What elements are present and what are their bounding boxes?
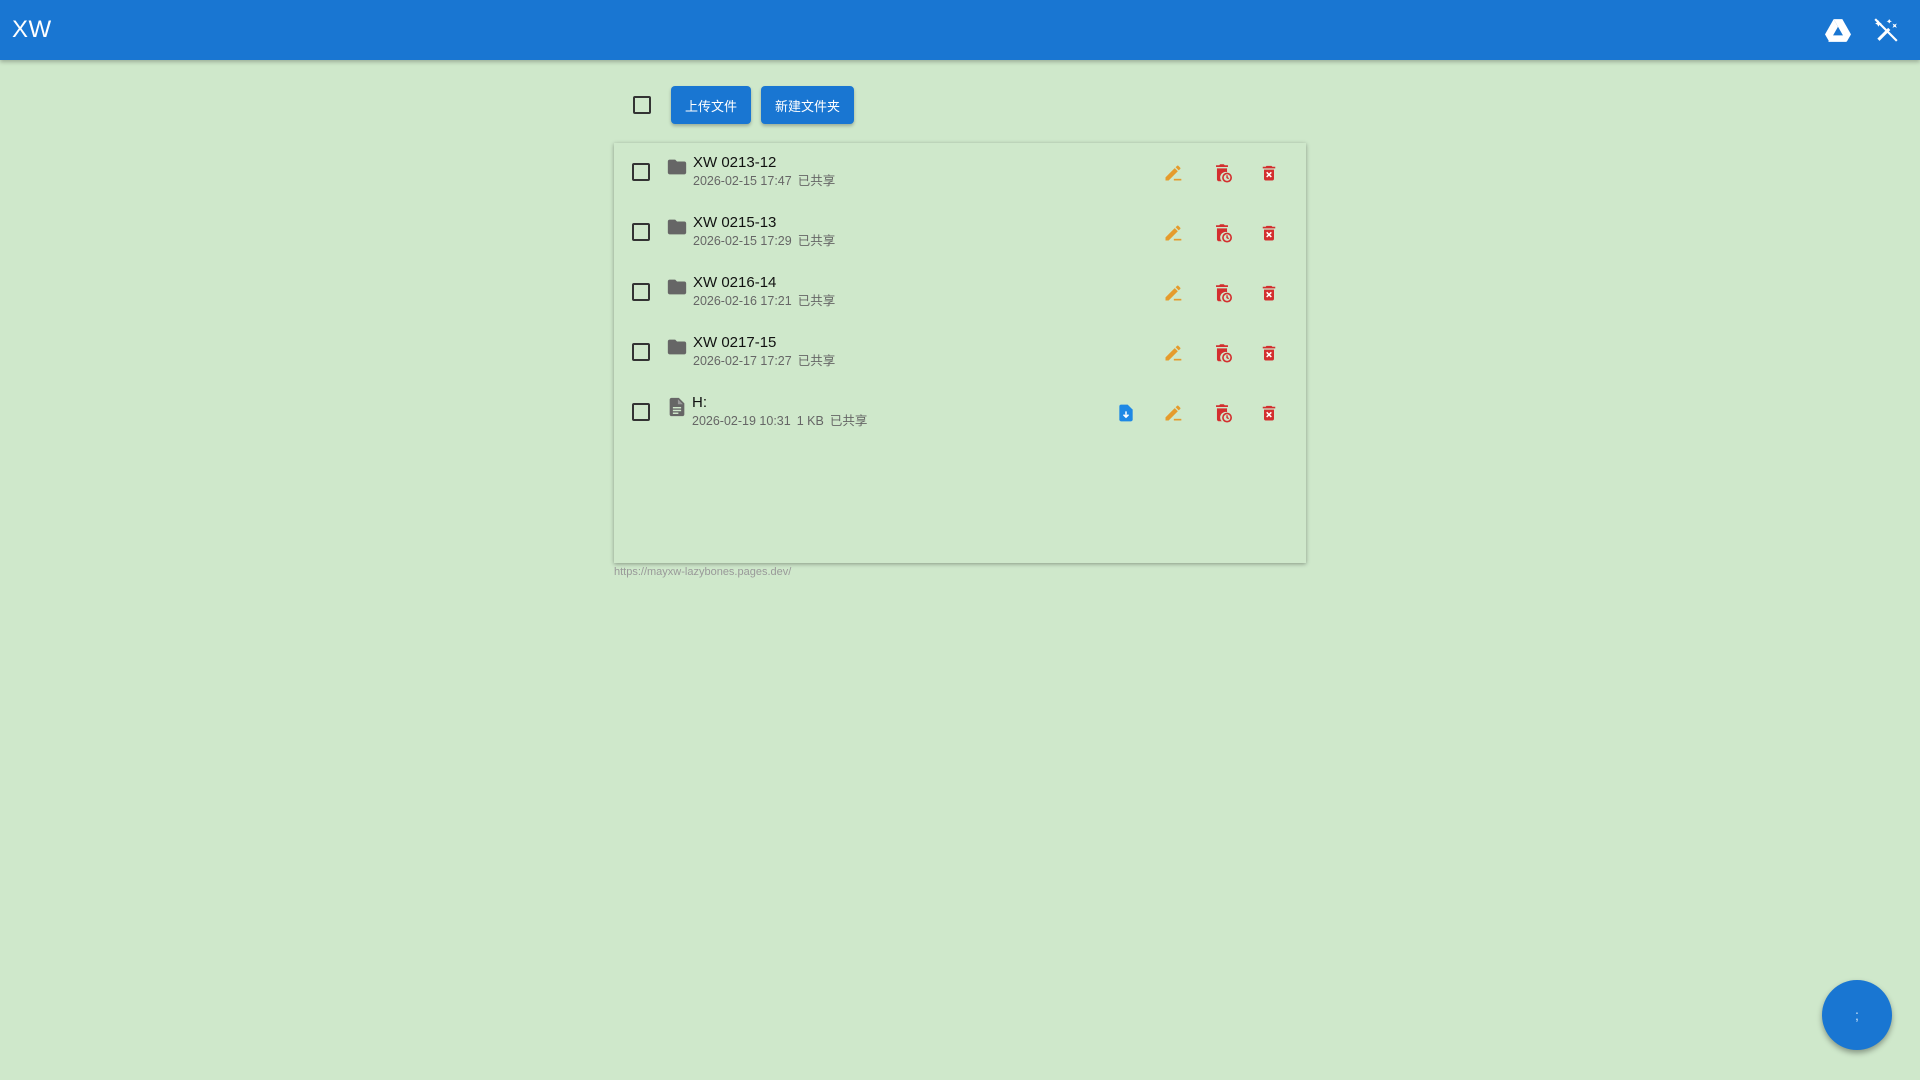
delete-forever-icon[interactable]	[1257, 221, 1281, 245]
delete-clock-icon[interactable]	[1210, 161, 1234, 185]
item-date: 2026-02-19 10:31	[692, 414, 791, 428]
folder-icon	[666, 276, 688, 298]
row-checkbox[interactable]	[632, 163, 650, 181]
item-name[interactable]: XW 0213-12	[693, 154, 841, 171]
row-checkbox[interactable]	[632, 223, 650, 241]
delete-clock-icon[interactable]	[1210, 221, 1234, 245]
list-item[interactable]: XW 0213-12 2026-02-15 17:47 已共享	[614, 143, 1306, 203]
item-date: 2026-02-15 17:47	[693, 174, 792, 188]
item-share-status: 已共享	[797, 174, 836, 188]
folder-icon	[666, 216, 688, 238]
delete-clock-icon[interactable]	[1210, 341, 1234, 365]
item-name[interactable]: XW 0216-14	[693, 274, 841, 291]
list-item[interactable]: XW 0216-14 2026-02-16 17:21 已共享	[614, 263, 1306, 323]
row-checkbox[interactable]	[632, 283, 650, 301]
row-checkbox[interactable]	[632, 343, 650, 361]
row-checkbox[interactable]	[632, 403, 650, 421]
app-bar: XW	[0, 0, 1920, 60]
delete-forever-icon[interactable]	[1257, 401, 1281, 425]
rename-edit-icon[interactable]	[1161, 401, 1185, 425]
list-item[interactable]: XW 0215-13 2026-02-15 17:29 已共享	[614, 203, 1306, 263]
item-share-status: 已共享	[797, 294, 836, 308]
rename-edit-icon[interactable]	[1161, 161, 1185, 185]
rename-edit-icon[interactable]	[1161, 281, 1185, 305]
item-name[interactable]: XW 0217-15	[693, 334, 841, 351]
item-size: 1 KB	[796, 414, 824, 428]
rename-edit-icon[interactable]	[1161, 221, 1185, 245]
item-date: 2026-02-17 17:27	[693, 354, 792, 368]
delete-forever-icon[interactable]	[1257, 161, 1281, 185]
item-name[interactable]: H:	[692, 394, 873, 411]
item-share-status: 已共享	[797, 234, 836, 248]
item-share-status: 已共享	[829, 414, 868, 428]
list-item[interactable]: XW 0217-15 2026-02-17 17:27 已共享	[614, 323, 1306, 383]
rename-edit-icon[interactable]	[1161, 341, 1185, 365]
item-share-status: 已共享	[797, 354, 836, 368]
delete-forever-icon[interactable]	[1257, 281, 1281, 305]
upload-file-button[interactable]: 上传文件	[671, 86, 752, 124]
auto-fix-off-icon[interactable]	[1870, 14, 1902, 46]
item-date: 2026-02-15 17:29	[693, 234, 792, 248]
folder-icon	[666, 336, 688, 358]
site-url: https://mayxw-lazybones.pages.dev/	[614, 566, 792, 578]
drive-icon[interactable]	[1822, 14, 1854, 46]
delete-clock-icon[interactable]	[1210, 401, 1234, 425]
floating-action-button[interactable]: ;	[1822, 980, 1892, 1050]
delete-forever-icon[interactable]	[1257, 341, 1281, 365]
text-file-icon	[666, 396, 688, 418]
delete-clock-icon[interactable]	[1210, 281, 1234, 305]
file-list: XW 0213-12 2026-02-15 17:47 已共享 XW 0215-1…	[614, 143, 1306, 563]
folder-icon	[666, 156, 688, 178]
app-title: XW	[12, 16, 52, 43]
toolbar: 上传文件 新建文件夹	[614, 85, 864, 125]
list-item[interactable]: H: 2026-02-19 10:31 1 KB 已共享	[614, 383, 1306, 443]
select-all-checkbox[interactable]	[633, 96, 651, 114]
file-download-icon[interactable]	[1114, 401, 1138, 425]
item-date: 2026-02-16 17:21	[693, 294, 792, 308]
item-name[interactable]: XW 0215-13	[693, 214, 841, 231]
new-folder-button[interactable]: 新建文件夹	[761, 86, 855, 124]
